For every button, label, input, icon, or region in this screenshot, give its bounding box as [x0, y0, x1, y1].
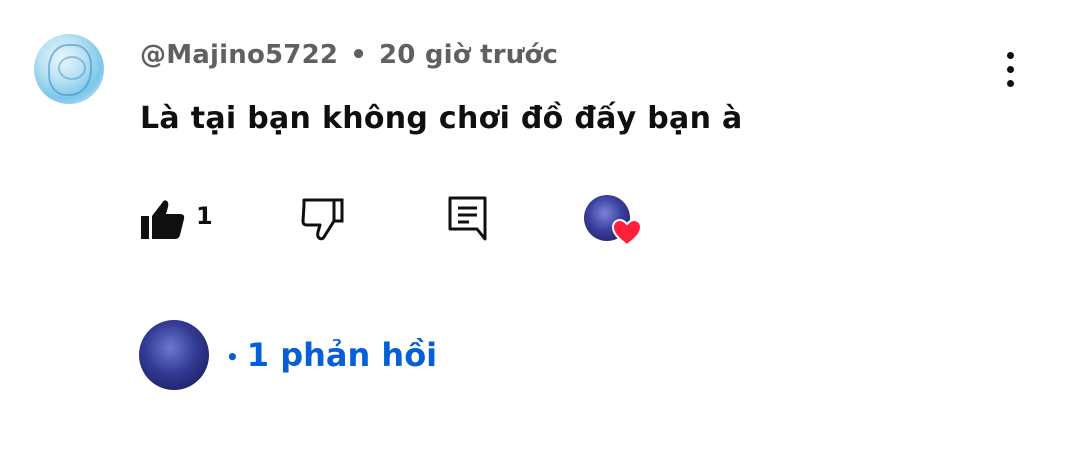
like-count: 1 [196, 202, 213, 230]
comment-reply-icon[interactable] [447, 195, 489, 241]
view-replies-button[interactable]: • 1 phản hồi [226, 336, 437, 374]
heart-icon [612, 219, 642, 247]
meta-separator: • [350, 40, 368, 70]
comment-text: Là tại bạn không chơi đồ đấy bạn à [140, 101, 743, 136]
comment-author[interactable]: @Majino5722 [140, 40, 338, 70]
avatar-sketch-detail [58, 56, 86, 80]
thumbs-down-outline-icon[interactable] [300, 197, 346, 241]
creator-heart-badge [584, 195, 646, 249]
replies-avatar [139, 320, 209, 390]
replies-label: 1 phản hồi [246, 336, 438, 374]
commenter-avatar[interactable] [34, 34, 104, 104]
replies-bullet: • [226, 345, 239, 369]
thumbs-up-filled-icon[interactable] [140, 197, 186, 241]
comment-meta: @Majino5722 • 20 giờ trước [140, 40, 558, 70]
comment-time[interactable]: 20 giờ trước [379, 40, 558, 70]
more-vertical-icon[interactable] [996, 48, 1026, 92]
